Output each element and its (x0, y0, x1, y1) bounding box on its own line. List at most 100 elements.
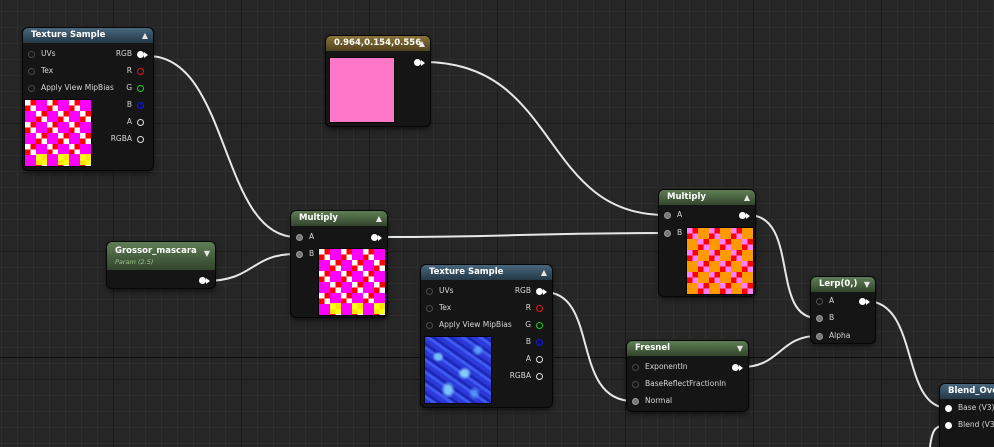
rgb-output-pin[interactable] (137, 51, 144, 58)
wire-mult1-to-mult2-b (380, 232, 666, 238)
pin-arrow-icon (866, 299, 870, 305)
fresnel-node[interactable]: Fresnel ▼ ExponentIn BaseReflectFraction… (627, 341, 748, 411)
pin-label-r: R (126, 66, 132, 75)
constant-color-node[interactable]: 0.964,0.154,0.556 ▲ (326, 36, 430, 126)
texture-preview-normal-map (424, 336, 492, 404)
node-header[interactable]: Texture Sample ▲ (23, 28, 153, 43)
mipbias-pin[interactable] (28, 85, 35, 92)
lerp-node[interactable]: Lerp(0,) ▼ A B Alpha (811, 277, 875, 343)
base-input-pin[interactable] (945, 405, 952, 412)
result-output-pin[interactable] (739, 212, 746, 219)
triangle-up-icon[interactable]: ▲ (142, 28, 148, 43)
triangle-down-icon[interactable]: ▼ (737, 341, 743, 356)
node-title: 0.964,0.154,0.556 (334, 38, 422, 48)
g-output-pin[interactable] (536, 322, 543, 329)
pin-arrow-icon (206, 278, 210, 284)
multiply-preview-yellow-accent (330, 303, 385, 314)
r-output-pin[interactable] (536, 305, 543, 312)
pin-label-normal: Normal (645, 396, 673, 405)
node-title: Multiply (667, 192, 706, 202)
texture-sample-node-2[interactable]: Texture Sample ▲ UVs Tex Apply View MipB… (421, 265, 552, 407)
node-title: Fresnel (635, 343, 671, 353)
mipbias-pin[interactable] (426, 322, 433, 329)
rgba-output-pin[interactable] (137, 136, 144, 143)
pin-arrow-icon (144, 52, 148, 58)
b-input-pin[interactable] (296, 251, 303, 258)
a-input-pin[interactable] (296, 234, 303, 241)
a-input-pin[interactable] (816, 298, 823, 305)
texture-sample-node-1[interactable]: Texture Sample ▲ UVs Tex Apply View MipB… (23, 28, 153, 170)
b-input-pin[interactable] (664, 230, 671, 237)
base-reflect-pin[interactable] (632, 381, 639, 388)
pin-arrow-icon (543, 289, 547, 295)
triangle-up-icon[interactable]: ▲ (744, 190, 750, 205)
normal-input-pin[interactable] (632, 398, 639, 405)
value-output-pin[interactable] (199, 277, 206, 284)
pin-label-uvs: UVs (41, 49, 56, 58)
pin-label-base: Base (V3) (958, 403, 994, 412)
pin-label-mipbias: Apply View MipBias (439, 320, 512, 329)
pin-label-rgb: RGB (115, 49, 132, 58)
texture-preview-yellow-accent (36, 154, 91, 165)
pin-label-base-reflect: BaseReflectFractionIn (645, 379, 727, 388)
pin-label-rgba: RGBA (509, 371, 531, 380)
b-input-pin[interactable] (816, 315, 823, 322)
color-swatch (329, 57, 395, 123)
pin-arrow-icon (378, 235, 382, 241)
blend-input-pin[interactable] (945, 422, 952, 429)
a-output-pin[interactable] (137, 119, 144, 126)
pin-label-tex: Tex (41, 66, 54, 75)
node-header[interactable]: Multiply ▲ (659, 190, 755, 205)
result-output-pin[interactable] (371, 234, 378, 241)
alpha-input-pin[interactable] (816, 333, 823, 340)
node-header[interactable]: Texture Sample ▲ (421, 265, 552, 280)
pin-label-exponent: ExponentIn (645, 362, 688, 371)
pin-label-a: A (525, 354, 531, 363)
pin-label-alpha: Alpha (829, 331, 851, 340)
fresnel-output-pin[interactable] (732, 364, 739, 371)
node-title: Lerp(0,) (819, 279, 858, 289)
node-header[interactable]: 0.964,0.154,0.556 ▲ (326, 36, 430, 51)
node-header[interactable]: Blend_Over (940, 384, 994, 399)
node-subtitle: Param (2.5) (115, 258, 154, 266)
color-output-pin[interactable] (414, 59, 421, 66)
b-output-pin[interactable] (137, 102, 144, 109)
node-title: Blend_Over (948, 386, 994, 396)
node-header[interactable]: Grossor_mascara Param (2.5) ▼ (107, 242, 215, 270)
node-title: Multiply (299, 213, 338, 223)
pin-label-r: R (525, 303, 531, 312)
scalar-param-node[interactable]: Grossor_mascara Param (2.5) ▼ (107, 242, 215, 288)
pin-label-b: B (309, 249, 315, 258)
triangle-up-icon[interactable]: ▲ (419, 36, 425, 51)
rgb-output-pin[interactable] (536, 288, 543, 295)
rgba-output-pin[interactable] (536, 373, 543, 380)
pin-label-uvs: UVs (439, 286, 454, 295)
uvs-pin[interactable] (28, 51, 35, 58)
pin-arrow-icon (421, 60, 425, 66)
exponent-in-pin[interactable] (632, 364, 639, 371)
wire-tex1-rgb-to-mult1-a (147, 55, 297, 238)
triangle-up-icon[interactable]: ▲ (376, 211, 382, 226)
blend-over-node[interactable]: Blend_Over Base (V3) Blend (V3) (940, 384, 994, 447)
uvs-pin[interactable] (426, 288, 433, 295)
b-output-pin[interactable] (536, 339, 543, 346)
node-title: Texture Sample (429, 267, 504, 277)
node-header[interactable]: Fresnel ▼ (627, 341, 748, 356)
multiply-node-1[interactable]: Multiply ▲ A B (291, 211, 387, 317)
multiply-node-2[interactable]: Multiply ▲ A B (659, 190, 755, 296)
a-output-pin[interactable] (536, 356, 543, 363)
r-output-pin[interactable] (137, 68, 144, 75)
a-input-pin[interactable] (664, 212, 671, 219)
tex-pin[interactable] (28, 68, 35, 75)
node-title: Grossor_mascara (115, 246, 197, 256)
node-header[interactable]: Lerp(0,) ▼ (811, 277, 875, 292)
pin-arrow-icon (739, 365, 743, 371)
triangle-down-icon[interactable]: ▼ (204, 247, 210, 261)
triangle-down-icon[interactable]: ▼ (864, 277, 870, 292)
g-output-pin[interactable] (137, 85, 144, 92)
triangle-up-icon[interactable]: ▲ (541, 265, 547, 280)
lerp-output-pin[interactable] (859, 298, 866, 305)
node-header[interactable]: Multiply ▲ (291, 211, 387, 226)
pin-label-b: B (525, 337, 531, 346)
tex-pin[interactable] (426, 305, 433, 312)
